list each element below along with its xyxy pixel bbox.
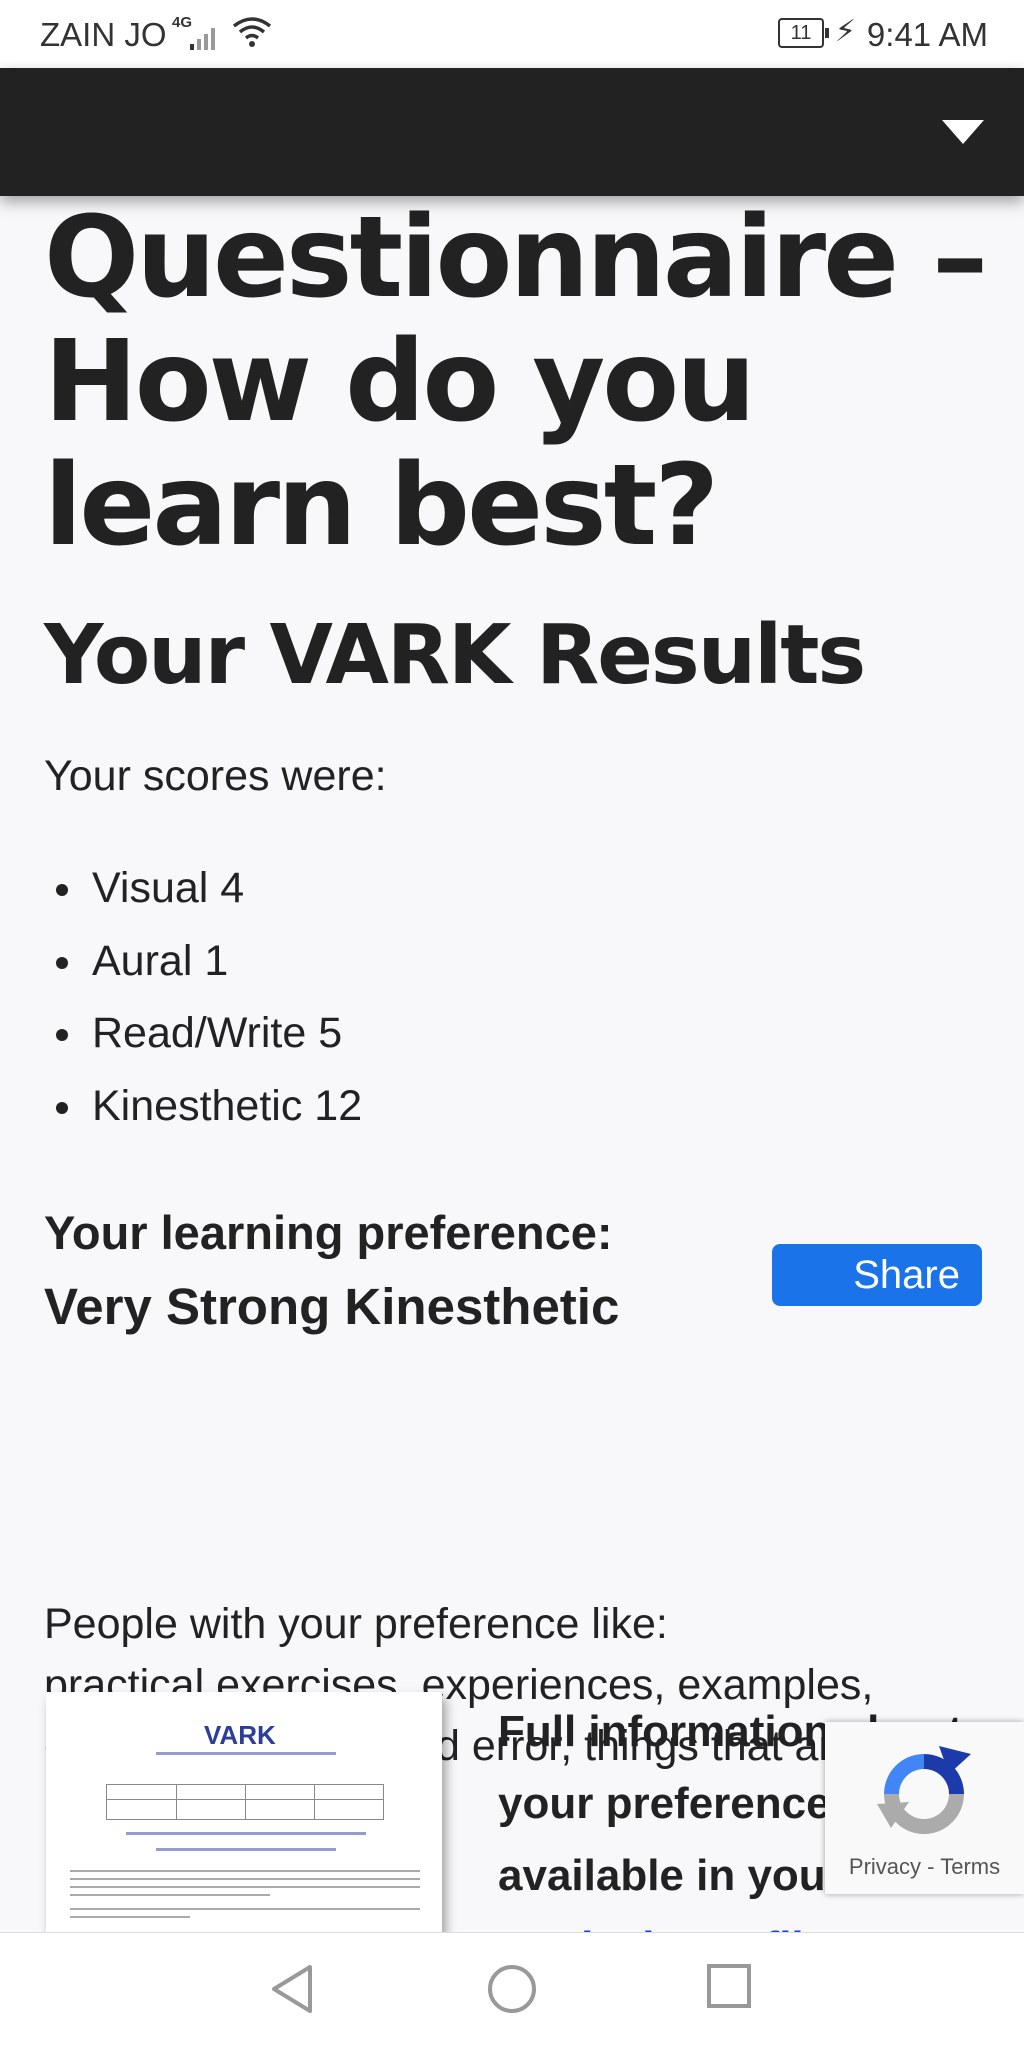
results-heading: Your VARK Results [44,608,866,703]
thumb-text-line [70,1894,270,1896]
recaptcha-links: Privacy - Terms [825,1854,1024,1880]
vark-logo: VARK [204,1720,276,1750]
battery-icon: 11 [778,18,829,48]
top-navigation-bar [0,68,1024,196]
thumb-text-line [126,1832,366,1835]
preference-label: Your learning preference: [44,1206,613,1259]
clock: 9:41 AM [866,16,988,53]
score-label: Kinesthetic [92,1081,303,1130]
network-type: 4G [172,14,193,31]
share-button[interactable]: Share [772,1244,982,1306]
triangle-down-icon[interactable] [940,116,986,146]
thumb-text-line [156,1848,336,1851]
description-intro: People with your preference like: [44,1600,668,1648]
scores-intro: Your scores were: [44,752,387,800]
scores-list: Visual 4 Aural 1 Read/Write 5 Kinestheti… [44,852,362,1142]
thumb-text-line [70,1908,420,1910]
score-label: Read/Write [92,1009,307,1057]
score-label: Visual [92,864,209,912]
back-icon[interactable] [270,1963,314,2015]
recaptcha-badge[interactable]: Privacy - Terms [825,1722,1024,1894]
list-item-kinesthetic: Kinesthetic 12 [44,1070,362,1143]
system-navigation-bar [0,1932,1024,2049]
thumb-text-line [70,1916,190,1918]
score-value: 12 [314,1081,363,1130]
charging-icon: ⚡ [834,15,856,48]
list-item-read-write: Read/Write 5 [44,997,362,1070]
preference-value: Very Strong Kinesthetic [44,1278,620,1335]
recents-icon[interactable] [706,1963,752,2009]
thumb-table [106,1784,384,1820]
home-icon[interactable] [486,1963,538,2015]
thumb-text-line [70,1870,420,1872]
score-value: 5 [318,1009,343,1057]
carrier-name: ZAIN JO [40,16,167,53]
score-value: 4 [220,864,245,912]
full-info-line: available in your [498,1851,843,1900]
recaptcha-icon [877,1746,971,1834]
page-title: Questionnaire – How do you learn best? [44,193,988,571]
thumb-text-line [156,1752,336,1755]
status-bar: ZAIN JO 4G 11 ⚡ 9:41 AM [0,0,1024,68]
full-info-line: your preference is [498,1779,880,1828]
list-item-visual: Visual 4 [44,852,362,925]
privacy-link[interactable]: Privacy [849,1854,921,1879]
score-label: Aural [92,936,193,985]
wifi-icon [232,17,272,47]
terms-link[interactable]: Terms [940,1854,1000,1879]
thumb-text-line [70,1878,420,1880]
list-item-aural: Aural 1 [44,925,362,998]
separator: - [927,1854,935,1879]
thumb-text-line [70,1886,420,1888]
score-value: 1 [204,936,229,985]
